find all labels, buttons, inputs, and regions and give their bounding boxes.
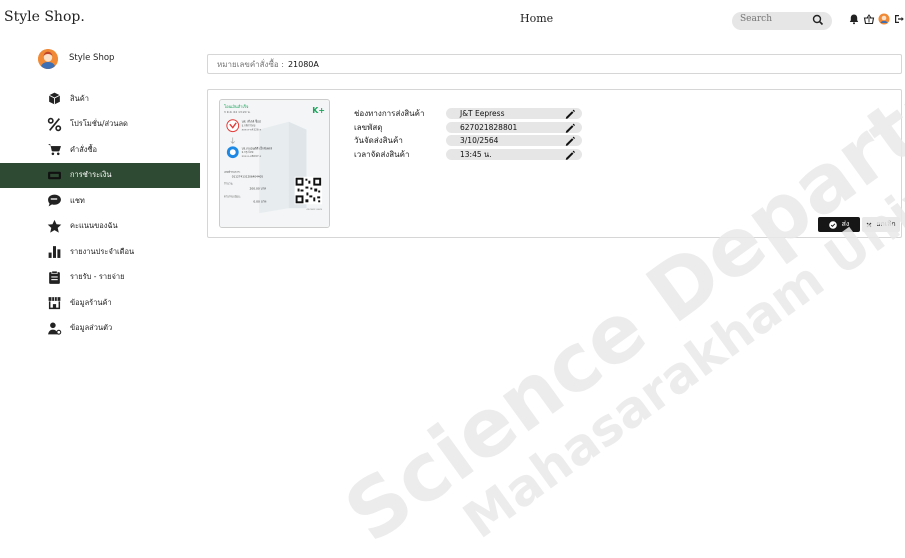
- check-circle-icon: [828, 220, 837, 229]
- bar-chart-icon: [48, 246, 61, 259]
- search-box[interactable]: [732, 12, 832, 30]
- ship-time-value: 13:45 น.: [446, 148, 582, 160]
- send-button[interactable]: ส่ง: [818, 217, 860, 232]
- shop-logo: [38, 49, 58, 69]
- sidebar-item-label: ข้อมูลส่วนตัว: [70, 323, 113, 333]
- slip-brand: K+: [312, 106, 325, 115]
- slip-scan-note: สแกนตรวจสอบ: [306, 207, 322, 211]
- tracking-label: เลขพัสดุ: [354, 122, 383, 132]
- shipment-card: โอนเงินสำเร็จ 3 ต.ค. 64 13:20 น. K+ นส. …: [207, 89, 902, 238]
- carrier-label: ช่องทางการส่งสินค้า: [354, 109, 425, 118]
- shop-name: Style Shop: [69, 53, 115, 63]
- payment-slip-image[interactable]: โอนเงินสำเร็จ 3 ต.ค. 64 13:20 น. K+ นส. …: [219, 99, 330, 228]
- sidebar-item-label: โปรโมชั่น/ส่วนลด: [70, 119, 128, 129]
- qr-code-icon: [294, 176, 323, 205]
- sidebar-item-payment[interactable]: การชำระเงิน: [0, 162, 200, 188]
- cancel-button-label: ยกเลิก: [876, 220, 896, 228]
- user-icon: [48, 322, 62, 335]
- slip-date: 3 ต.ค. 64 13:20 น.: [224, 110, 251, 114]
- slip-sender-acc: xxx-x-x4326-x: [242, 128, 262, 132]
- order-number-value: 21080A: [287, 59, 319, 69]
- slip-fee-label: ค่าธรรมเนียม:: [224, 194, 241, 198]
- app-brand: Style Shop.: [4, 9, 85, 25]
- sidebar-item-store-info[interactable]: ข้อมูลร้านค้า: [38, 290, 200, 316]
- search-icon[interactable]: [812, 14, 824, 26]
- bell-icon[interactable]: [848, 13, 860, 25]
- logout-icon[interactable]: [893, 13, 905, 25]
- sidebar-item-ratings[interactable]: คะแนนของฉัน: [38, 214, 200, 240]
- cart-icon: [48, 144, 61, 156]
- edit-ship-time-icon[interactable]: [564, 149, 575, 160]
- send-button-label: ส่ง: [841, 220, 850, 228]
- box-icon: [48, 92, 61, 105]
- slip-amount-label: จำนวน:: [224, 182, 233, 186]
- sidebar-item-label: รายรับ - รายจ่าย: [70, 272, 125, 282]
- tracking-value: 627021828801: [446, 121, 582, 133]
- carrier-value: J&T Eepress: [446, 108, 582, 119]
- sidebar-item-label: ข้อมูลร้านค้า: [70, 297, 112, 307]
- edit-tracking-icon[interactable]: [564, 122, 575, 133]
- basket-icon[interactable]: [863, 13, 875, 25]
- chat-icon: [48, 194, 61, 207]
- sidebar-item-promotions[interactable]: โปรโมชั่น/ส่วนลด: [38, 112, 200, 138]
- percent-icon: [47, 117, 62, 131]
- slip-ref-label: เลขที่รายการ:: [224, 170, 241, 174]
- edit-carrier-icon[interactable]: [564, 108, 575, 119]
- store-icon: [48, 297, 61, 310]
- slip-fee-value: 0.00 บาท: [253, 199, 266, 203]
- slip-header: โอนเงินสำเร็จ: [224, 103, 249, 109]
- header-actions: [848, 13, 905, 25]
- sidebar-item-label: คำสั่งซื้อ: [70, 144, 98, 154]
- close-icon: [866, 222, 872, 227]
- slip-amount-value: 200.00 บาท: [249, 187, 266, 191]
- sidebar-item-label: การชำระเงิน: [70, 170, 112, 180]
- clipboard-icon: [49, 270, 60, 284]
- order-number-bar: หมายเลขคำสั่งซื้อ : 21080A: [207, 54, 902, 74]
- sidebar-item-label: คะแนนของฉัน: [70, 221, 118, 231]
- payment-icon: [48, 171, 61, 179]
- ship-date-value: 3/10/2564: [446, 135, 582, 147]
- watermark-line-1: Science Department: [329, 0, 905, 558]
- sidebar-item-income-expense[interactable]: รายรับ - รายจ่าย: [38, 265, 200, 291]
- cancel-button[interactable]: ยกเลิก: [862, 217, 900, 232]
- sidebar-item-orders[interactable]: คำสั่งซื้อ: [38, 137, 200, 163]
- search-input[interactable]: [740, 14, 800, 24]
- ship-time-label: เวลาจัดส่งสินค้า: [354, 149, 410, 159]
- page-title: Home: [520, 12, 554, 25]
- order-number-label: หมายเลขคำสั่งซื้อ :: [217, 59, 284, 69]
- sidebar-item-label: รายงานประจำเดือน: [70, 246, 135, 256]
- sidebar-item-profile[interactable]: ข้อมูลส่วนตัว: [38, 316, 200, 342]
- sidebar-item-monthly-report[interactable]: รายงานประจำเดือน: [38, 239, 200, 265]
- avatar-icon[interactable]: [878, 13, 890, 25]
- sidebar-item-label: แชท: [70, 195, 85, 205]
- slip-ref-value: 011274131206404405: [232, 175, 264, 179]
- sidebar-item-chat[interactable]: แชท: [38, 188, 200, 214]
- sidebar-item-products[interactable]: สินค้า: [38, 86, 200, 112]
- edit-ship-date-icon[interactable]: [564, 135, 575, 147]
- sidebar-item-label: สินค้า: [70, 93, 89, 103]
- sidebar-menu: สินค้า โปรโมชั่น/ส่วนลด คำสั่งซื้อ การชำ…: [0, 86, 200, 342]
- star-icon: [47, 219, 62, 233]
- slip-receiver-acc: xxx-x-x8097-x: [242, 154, 262, 158]
- ship-date-label: วันจัดส่งสินค้า: [354, 136, 403, 146]
